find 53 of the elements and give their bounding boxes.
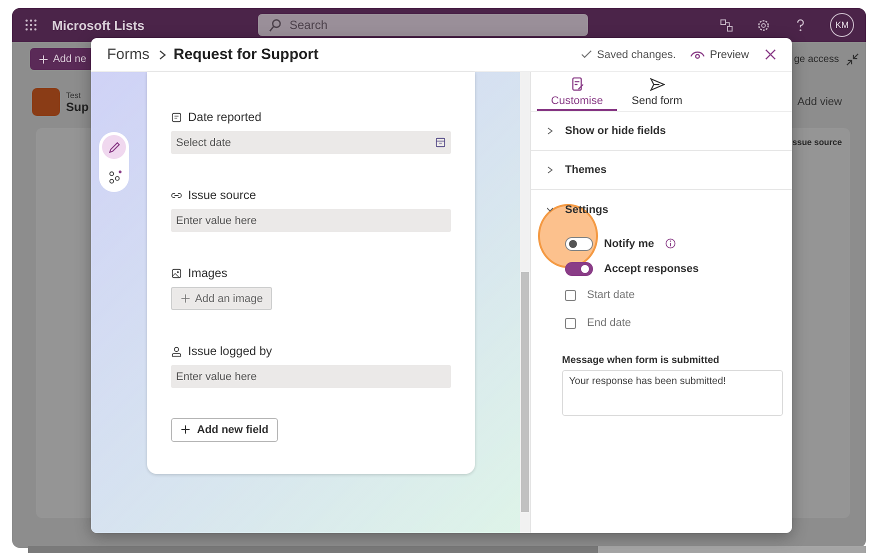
plus-icon: [180, 424, 191, 435]
person-icon: [171, 346, 182, 356]
panel-tab[interactable]: Customise: [537, 76, 617, 111]
add-view-link[interactable]: Add view: [797, 96, 842, 108]
checkbox[interactable]: [565, 290, 576, 300]
section-header[interactable]: Show or hide fields: [531, 112, 792, 151]
toggle-switch[interactable]: [565, 262, 593, 276]
toggle-switch[interactable]: [565, 236, 593, 250]
image-icon: [171, 268, 182, 278]
plus-icon: [180, 293, 191, 304]
checkbox-label: End date: [587, 317, 632, 329]
pencil-icon: [106, 140, 122, 154]
close-icon[interactable]: [763, 47, 778, 62]
panel-tab[interactable]: Send form: [617, 76, 697, 111]
form-edit-icon: [570, 77, 584, 92]
collapse-icon[interactable]: [845, 52, 860, 66]
settings-icon[interactable]: [756, 18, 771, 32]
horizontal-scrollbar[interactable]: [28, 546, 866, 553]
access-link[interactable]: ge access: [794, 54, 839, 64]
input-field[interactable]: Enter value here: [171, 365, 451, 388]
plus-icon: [38, 54, 49, 64]
app-title: Microsoft Lists: [52, 18, 144, 32]
vertical-scrollbar[interactable]: [520, 72, 530, 533]
search-icon: [268, 18, 284, 32]
calendar-icon: [435, 137, 446, 148]
list-breadcrumb: Test: [66, 90, 82, 100]
toggle-label: Accept responses: [604, 262, 699, 274]
checkbox-label: Start date: [587, 289, 635, 301]
checkbox[interactable]: [565, 318, 576, 328]
app-launcher-icon[interactable]: [24, 18, 38, 32]
toggle-label: Notify me: [604, 238, 654, 250]
add-field-button[interactable]: Add new field: [171, 418, 278, 442]
date-picker[interactable]: Select date: [171, 131, 451, 154]
field-label: Issue logged by: [188, 344, 272, 358]
preview-button[interactable]: Preview: [690, 47, 749, 62]
save-status: Saved changes.: [596, 48, 676, 60]
message-field[interactable]: Your response has been submitted!: [562, 370, 783, 416]
breadcrumb-link[interactable]: Forms: [107, 46, 150, 63]
send-icon: [650, 77, 664, 92]
chevron-right-icon: [158, 50, 166, 60]
field-label: Date reported: [188, 110, 262, 124]
field-label: Images: [188, 266, 228, 280]
calendar-icon: [171, 112, 182, 122]
edit-tool[interactable]: [102, 135, 126, 159]
list-title: Sup: [66, 100, 89, 114]
column-header[interactable]: ssue source: [792, 137, 842, 147]
field-label: Issue source: [188, 188, 256, 202]
input-field[interactable]: Enter value here: [171, 209, 451, 232]
message-label: Message when form is submitted: [562, 355, 720, 366]
dialog-title: Request for Support: [174, 46, 318, 63]
avatar[interactable]: KM: [830, 13, 854, 37]
section-header[interactable]: Themes: [531, 151, 792, 190]
add-image-button[interactable]: Add an image: [171, 287, 272, 310]
